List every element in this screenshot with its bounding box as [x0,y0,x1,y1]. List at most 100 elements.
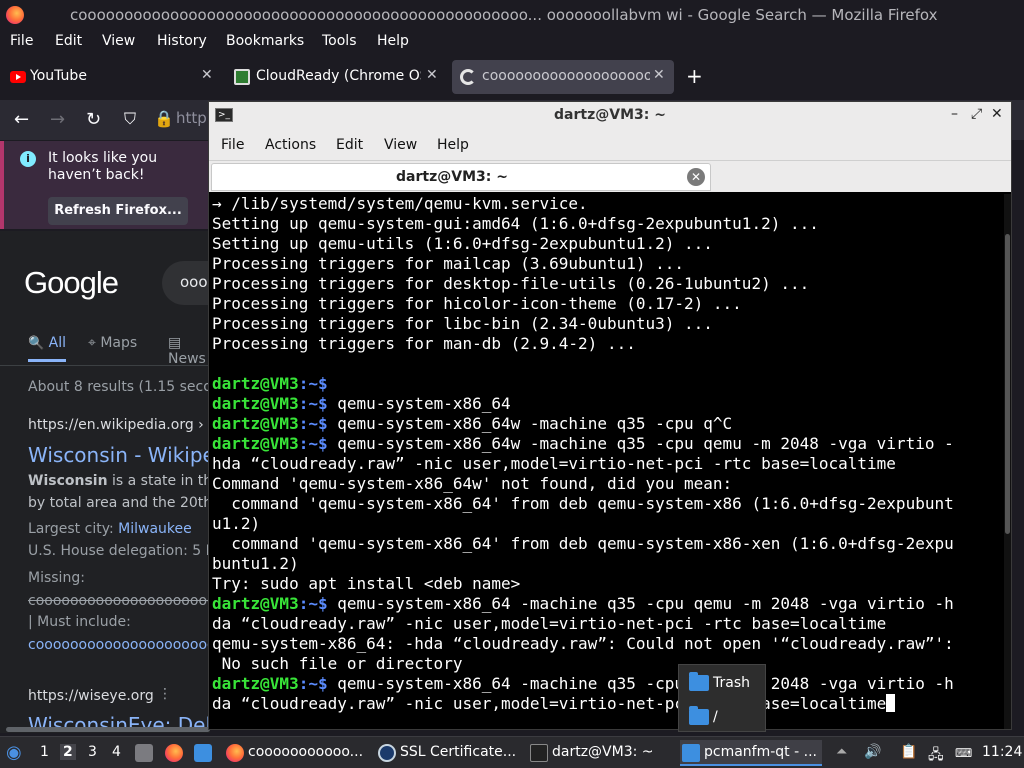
forward-icon[interactable]: → [50,109,65,130]
maximize-icon[interactable]: ⤢ [971,106,982,122]
menu-actions[interactable]: Actions [265,137,316,153]
task-label: cooooooooooo... [248,744,364,760]
terminal-line: dartz@VM3:~$ [212,374,1004,394]
firefox-launcher-icon[interactable] [165,744,183,762]
close-icon[interactable]: ✕ [653,67,665,83]
terminal-line: Setting up qemu-system-gui:amd64 (1:6.0+… [212,214,1004,234]
line-text: qemu-system-x86_64w -machine q35 -cpu qe… [327,434,954,453]
folder-icon [682,744,700,762]
must-include-link[interactable]: cooooooooooooooooooooooooooooo [28,637,210,653]
google-logo[interactable]: Google [24,265,119,301]
menu-file[interactable]: File [221,137,244,153]
lock-icon[interactable]: 🔒 [154,109,174,128]
menu-file[interactable]: File [10,33,33,49]
tab-all-label: All [48,335,66,351]
result-url[interactable]: https://wiseye.org [28,688,154,704]
result-url[interactable]: https://en.wikipedia.org › wiki [28,417,210,433]
scrollbar-thumb[interactable] [6,727,210,732]
close-icon[interactable]: ✕ [201,67,213,83]
terminal-line: dartz@VM3:~$ qemu-system-x86_64 -machine… [212,674,1004,694]
line-text: qemu-system-x86_64 [327,394,511,413]
menu-view[interactable]: View [384,137,417,153]
show-desktop-icon[interactable] [135,744,153,762]
clock[interactable]: 11:24 [982,744,1022,760]
line-text: qemu-system-x86_64 -machine q35 -cpu qem… [327,674,954,693]
line-text: da “cloudready.raw” -nic user,model=virt… [212,694,887,713]
google-icon [460,69,476,85]
terminal-scrollbar[interactable] [1004,194,1011,729]
line-text: qemu-system-x86_64: -hda “cloudready.raw… [212,634,954,653]
refresh-notification: i It looks like you haven’t back! Refres… [0,141,210,229]
menu-help[interactable]: Help [437,137,469,153]
workspace-1[interactable]: 1 [40,744,49,760]
close-tab-icon[interactable]: ✕ [687,168,705,186]
task-terminal[interactable]: dartz@VM3: ~ [528,740,670,766]
terminal-title: dartz@VM3: ~ [554,107,666,123]
tab-google-search[interactable]: cooooooooooooooooooooooo ✕ [452,60,674,94]
close-icon[interactable]: ✕ [991,106,1003,122]
terminal-line: Processing triggers for mailcap (3.69ubu… [212,254,1004,274]
task-ssl-certificate[interactable]: SSL Certificate... [376,740,520,766]
line-text: Processing triggers for desktop-file-uti… [212,274,810,293]
line-text: Processing triggers for man-db (2.9.4-2)… [212,334,636,353]
result-stats: About 8 results (1.15 seconds) [28,379,210,395]
terminal-line: qemu-system-x86_64: -hda “cloudready.raw… [212,634,1004,654]
menu-edit[interactable]: Edit [55,33,82,49]
terminal-line: buntu1.2) [212,554,1004,574]
tray-up-icon[interactable]: ⏶ [836,744,847,760]
shield-icon[interactable]: ⛉ [124,109,136,129]
refresh-firefox-button[interactable]: Refresh Firefox... [48,197,188,225]
scrollbar-thumb[interactable] [1005,234,1010,534]
terminal-output[interactable]: → /lib/systemd/system/qemu-kvm.service. S… [212,194,1004,729]
tab-label: CloudReady (Chrome OS) [256,68,421,84]
result-title[interactable]: Wisconsin - Wikipedia [28,443,210,467]
menu-item-root[interactable]: / [687,705,763,731]
prompt-user: dartz@VM3 [212,434,299,453]
menu-history[interactable]: History [157,33,207,49]
terminal-line: da “cloudready.raw” -nic user,model=virt… [212,694,1004,714]
active-tab-indicator [28,359,66,362]
minimize-icon[interactable]: – [951,106,958,122]
menu-help[interactable]: Help [377,33,409,49]
terminal-tab[interactable]: dartz@VM3: ~ ✕ [211,163,711,191]
window-title: cooooooooooooooooooooooooooooooooooooooo… [70,6,938,24]
tab-label: YouTube [30,68,87,84]
horizontal-scrollbar[interactable] [0,727,210,733]
keyboard-icon[interactable]: ⌨ [955,746,972,760]
menu-edit[interactable]: Edit [336,137,363,153]
menu-tools[interactable]: Tools [322,33,357,49]
folder-icon [689,706,709,725]
divider [0,365,210,366]
close-icon[interactable]: ✕ [426,67,438,83]
tab-youtube[interactable]: YouTube ✕ [0,60,222,94]
reload-icon[interactable]: ↻ [86,109,101,130]
fact-link[interactable]: Milwaukee [118,521,192,537]
tab-maps[interactable]: ⌖ Maps [88,335,137,351]
menu-view[interactable]: View [102,33,135,49]
menu-bookmarks[interactable]: Bookmarks [226,33,304,49]
terminal-line: Command 'qemu-system-x86_64w' not found,… [212,474,1004,494]
clipboard-icon[interactable]: 📋 [900,744,917,760]
url-bar[interactable]: http [176,109,207,127]
start-menu-icon[interactable]: ◉ [6,742,22,763]
tab-cloudready[interactable]: CloudReady (Chrome OS) ✕ [226,60,448,94]
task-firefox[interactable]: cooooooooooo... [224,740,366,766]
more-options-icon[interactable]: ⋮ [158,686,172,702]
tab-all[interactable]: 🔍 All [28,335,66,351]
task-pcmanfm[interactable]: pcmanfm-qt - ... [680,740,822,766]
back-icon[interactable]: ← [14,109,29,130]
task-label: pcmanfm-qt - ... [704,744,817,760]
fact-house: U.S. House delegation: 5 Rep [28,543,210,559]
volume-icon[interactable]: 🔊 [864,744,881,760]
line-text: u1.2) [212,514,261,533]
file-manager-launcher-icon[interactable] [194,744,212,762]
search-input[interactable]: ooo [162,261,210,305]
menu-item-trash[interactable]: Trash [687,671,763,697]
workspace-3[interactable]: 3 [88,744,97,760]
workspace-4[interactable]: 4 [112,744,121,760]
network-icon[interactable]: 🖧 [928,744,944,768]
new-tab-button[interactable]: + [686,64,703,88]
snippet-text: is a state in the upper [112,473,210,489]
workspace-2[interactable]: 2 [60,744,76,760]
tab-news[interactable]: ▤ News [168,335,210,367]
